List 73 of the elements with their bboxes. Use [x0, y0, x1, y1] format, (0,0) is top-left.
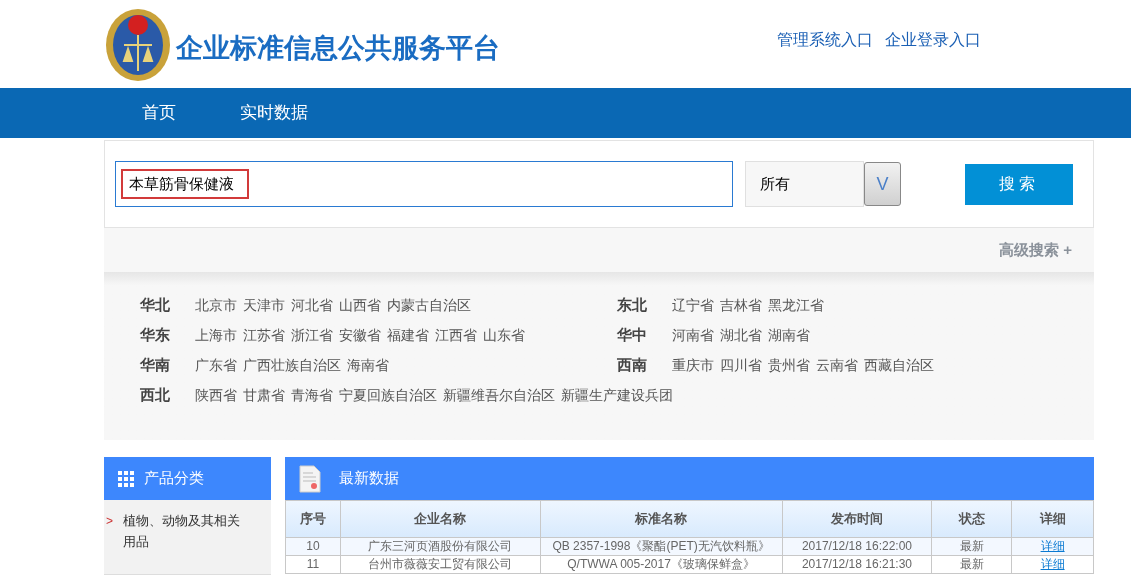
- province-link[interactable]: 福建省: [387, 325, 429, 346]
- region-label: 西北: [140, 385, 171, 406]
- province-link[interactable]: 青海省: [291, 385, 333, 406]
- province-link[interactable]: 吉林省: [720, 295, 762, 316]
- region-label: 华中: [617, 325, 648, 346]
- region-label: 华南: [140, 355, 171, 376]
- province-link[interactable]: 海南省: [347, 355, 389, 376]
- sidebar-title: 产品分类: [144, 468, 204, 489]
- document-icon: [299, 464, 321, 493]
- column-header: 状态: [931, 500, 1012, 538]
- column-header: 标准名称: [540, 500, 783, 538]
- table-cell: Q/TWWA 005-2017《玻璃保鲜盒》: [540, 555, 783, 574]
- province-link[interactable]: 江苏省: [243, 325, 285, 346]
- province-link[interactable]: 四川省: [720, 355, 762, 376]
- province-link[interactable]: 内蒙古自治区: [387, 295, 471, 316]
- province-link[interactable]: 宁夏回族自治区: [339, 385, 437, 406]
- province-link[interactable]: 黑龙江省: [768, 295, 824, 316]
- search-button[interactable]: 搜索: [965, 163, 1073, 205]
- province-link[interactable]: 浙江省: [291, 325, 333, 346]
- province-link[interactable]: 辽宁省: [672, 295, 714, 316]
- province-link[interactable]: 山西省: [339, 295, 381, 316]
- province-link[interactable]: 湖北省: [720, 325, 762, 346]
- table-title: 最新数据: [339, 468, 399, 489]
- column-header: 详细: [1011, 500, 1094, 538]
- province-link[interactable]: 广西壮族自治区: [243, 355, 341, 376]
- table-cell: 2017/12/18 16:21:30: [782, 555, 932, 574]
- province-link[interactable]: 新疆生产建设兵团: [561, 385, 673, 406]
- province-link[interactable]: 河北省: [291, 295, 333, 316]
- province-link[interactable]: 北京市: [195, 295, 237, 316]
- column-header: 序号: [285, 500, 341, 538]
- province-link[interactable]: 云南省: [816, 355, 858, 376]
- grid-icon: [118, 470, 134, 487]
- table-cell: 最新: [931, 537, 1012, 556]
- province-link[interactable]: 新疆维吾尔自治区: [443, 385, 555, 406]
- search-input[interactable]: 本草筋骨保健液: [121, 169, 249, 199]
- nav-tab[interactable]: 首页: [142, 100, 176, 126]
- province-link[interactable]: 上海市: [195, 325, 237, 346]
- table-cell: 2017/12/18 16:22:00: [782, 537, 932, 556]
- column-header: 企业名称: [340, 500, 541, 538]
- province-link[interactable]: 贵州省: [768, 355, 810, 376]
- table-cell: 10: [285, 537, 341, 556]
- province-link[interactable]: 江西省: [435, 325, 477, 346]
- province-link[interactable]: 山东省: [483, 325, 525, 346]
- marker-text: >: [106, 513, 113, 530]
- province-link[interactable]: 天津市: [243, 295, 285, 316]
- table-cell: QB 2357-1998《聚酯(PET)无汽饮料瓶》: [540, 537, 783, 556]
- header-link[interactable]: 企业登录入口: [885, 28, 981, 52]
- site-title: 企业标准信息公共服务平台: [176, 31, 500, 65]
- region-label: 东北: [617, 295, 648, 316]
- province-link[interactable]: 湖南省: [768, 325, 810, 346]
- province-link[interactable]: 重庆市: [672, 355, 714, 376]
- scope-select[interactable]: 所有: [745, 161, 864, 207]
- search-field[interactable]: 本草筋骨保健液: [115, 161, 733, 207]
- region-label: 华东: [140, 325, 171, 346]
- category-label: 植物、动物及其相关用品: [123, 512, 241, 551]
- table-cell: 广东三河页酒股份有限公司: [340, 537, 541, 556]
- region-label: 西南: [617, 355, 648, 376]
- province-link[interactable]: 西藏自治区: [864, 355, 934, 376]
- detail-link[interactable]: 详细: [1011, 537, 1094, 556]
- detail-link[interactable]: 详细: [1011, 555, 1094, 574]
- category-item[interactable]: > 植物、动物及其相关用品: [104, 500, 271, 575]
- column-header: 发布时间: [782, 500, 932, 538]
- province-link[interactable]: 河南省: [672, 325, 714, 346]
- table-cell: 台州市薇薇安工贸有限公司: [340, 555, 541, 574]
- region-label: 华北: [140, 295, 171, 316]
- table-cell: 最新: [931, 555, 1012, 574]
- header-link[interactable]: 管理系统入口: [777, 28, 873, 52]
- province-link[interactable]: 甘肃省: [243, 385, 285, 406]
- province-link[interactable]: 安徽省: [339, 325, 381, 346]
- province-link[interactable]: 陕西省: [195, 385, 237, 406]
- province-link[interactable]: 广东省: [195, 355, 237, 376]
- nav-tab[interactable]: 实时数据: [240, 100, 308, 126]
- table-cell: 11: [285, 555, 341, 574]
